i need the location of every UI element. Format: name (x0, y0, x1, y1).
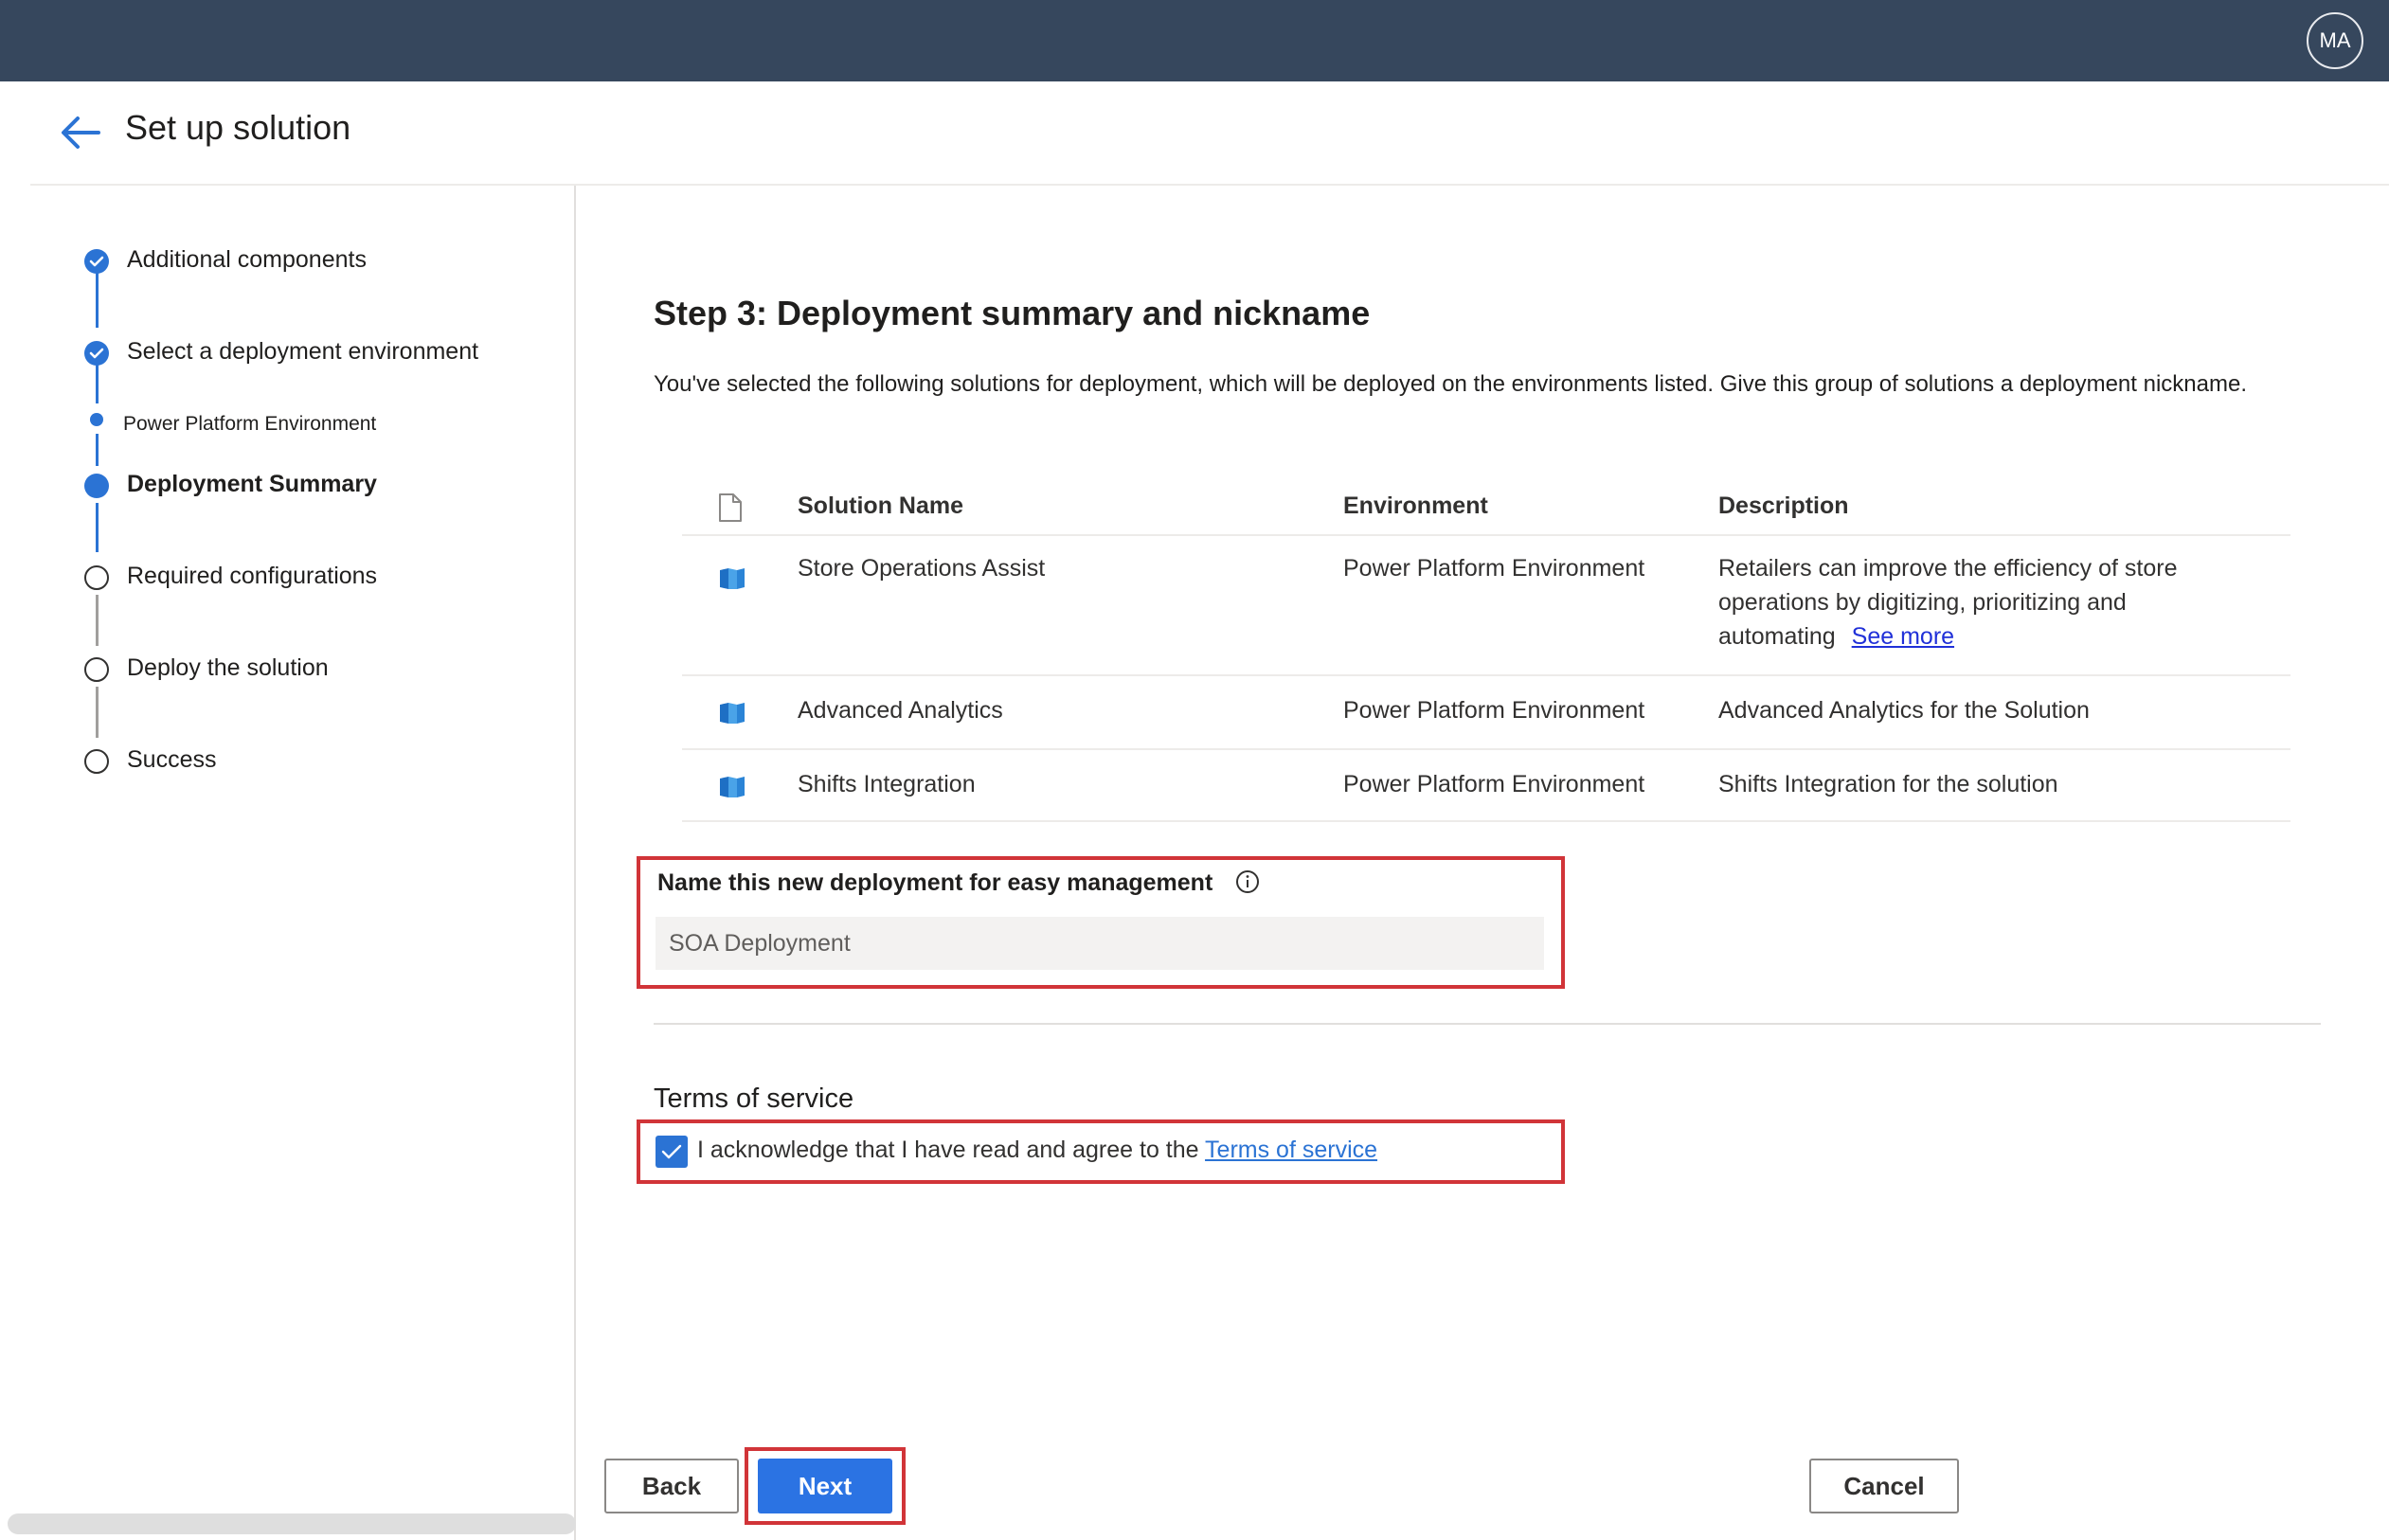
step-connector (96, 503, 99, 552)
step-additional-components[interactable]: Additional components (127, 246, 367, 274)
step-completed-icon (84, 341, 109, 366)
nickname-input[interactable] (656, 917, 1544, 970)
step-heading: Step 3: Deployment summary and nickname (654, 294, 1371, 332)
column-solution-name[interactable]: Solution Name (798, 487, 963, 525)
step-required-configurations[interactable]: Required configurations (127, 563, 377, 590)
step-pending-icon (84, 657, 109, 682)
substep-power-platform-environment[interactable]: Power Platform Environment (123, 413, 376, 436)
solution-icon (718, 701, 746, 725)
step-pending-icon (84, 565, 109, 590)
step-success[interactable]: Success (127, 746, 216, 774)
nickname-label: Name this new deployment for easy manage… (657, 869, 1213, 896)
solution-name: Shifts Integration (798, 771, 976, 797)
next-button[interactable]: Next (758, 1459, 892, 1513)
step-current-icon (84, 474, 109, 498)
step-connector (96, 271, 99, 328)
page-header: Set up solution (30, 81, 2389, 186)
nickname-highlight: Name this new deployment for easy manage… (637, 856, 1565, 989)
table-row[interactable]: Advanced Analytics Power Platform Enviro… (682, 676, 2290, 750)
terms-statement: I acknowledge that I have read and agree… (697, 1137, 1206, 1163)
solution-name: Store Operations Assist (798, 555, 1046, 582)
solution-description: Advanced Analytics for the Solution (1718, 697, 2090, 724)
section-divider (654, 1023, 2321, 1025)
solution-icon (718, 775, 746, 799)
intro-text: You've selected the following solutions … (654, 371, 2247, 397)
step-deployment-summary[interactable]: Deployment Summary (127, 471, 377, 498)
table-row[interactable]: Store Operations Assist Power Platform E… (682, 536, 2290, 676)
substep-completed-icon (90, 413, 103, 426)
solution-environment: Power Platform Environment (1343, 555, 1645, 582)
step-deploy-solution[interactable]: Deploy the solution (127, 654, 329, 682)
solution-name: Advanced Analytics (798, 697, 1003, 724)
solution-environment: Power Platform Environment (1343, 697, 1645, 724)
step-connector (96, 364, 99, 403)
solution-icon (718, 566, 746, 591)
see-more-link[interactable]: See more (1852, 623, 1954, 650)
terms-link[interactable]: Terms of service (1205, 1137, 1377, 1163)
step-navigation: Additional components Select a deploymen… (0, 186, 576, 1540)
user-avatar[interactable]: MA (2307, 12, 2363, 69)
back-arrow-icon[interactable] (59, 114, 102, 152)
cancel-button[interactable]: Cancel (1809, 1459, 1959, 1513)
terms-text: I acknowledge that I have read and agree… (697, 1137, 1377, 1164)
horizontal-scrollbar[interactable] (8, 1513, 576, 1534)
table-row[interactable]: Shifts Integration Power Platform Enviro… (682, 750, 2290, 822)
page-title: Set up solution (125, 108, 351, 147)
solution-description: Retailers can improve the efficiency of … (1718, 551, 2249, 654)
file-icon (718, 492, 743, 528)
step-select-environment[interactable]: Select a deployment environment (127, 338, 478, 366)
back-button[interactable]: Back (604, 1459, 739, 1513)
solution-environment: Power Platform Environment (1343, 771, 1645, 797)
top-bar: MA (0, 0, 2389, 81)
step-pending-icon (84, 749, 109, 774)
terms-highlight: I acknowledge that I have read and agree… (637, 1119, 1565, 1184)
step-completed-icon (84, 249, 109, 274)
table-header: Solution Name Environment Description (682, 487, 2290, 536)
solution-description: Shifts Integration for the solution (1718, 771, 2058, 797)
step-connector (96, 595, 99, 646)
step-connector (96, 434, 99, 466)
terms-title: Terms of service (654, 1083, 854, 1114)
info-icon[interactable] (1235, 869, 1260, 894)
column-description[interactable]: Description (1718, 487, 1849, 525)
column-environment[interactable]: Environment (1343, 487, 1488, 525)
terms-checkbox[interactable] (656, 1136, 688, 1168)
step-connector (96, 687, 99, 738)
